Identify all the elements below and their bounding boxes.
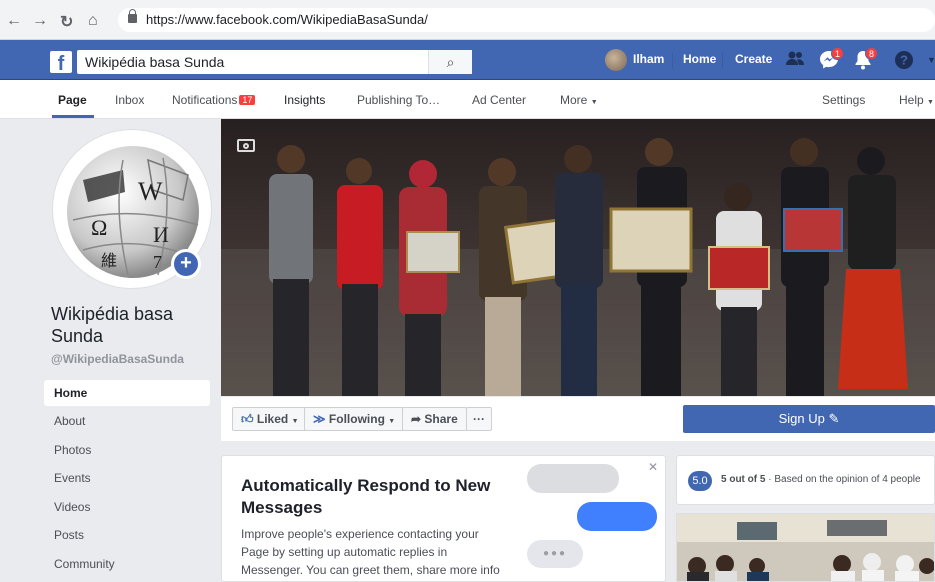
svg-text:?: ?: [900, 53, 908, 68]
cover-photo-image: [221, 119, 935, 396]
photo-preview-card[interactable]: [676, 513, 935, 582]
active-tab-underline: [52, 115, 94, 118]
user-name-link[interactable]: Ilham: [633, 52, 664, 66]
following-button[interactable]: ≫ Following ▼: [304, 407, 405, 431]
rss-feed-icon: ≫: [313, 412, 326, 426]
left-nav-posts[interactable]: Posts: [44, 522, 210, 548]
left-column: W Ω И 維 7 + Wikipédia basa Sunda @Wikipe…: [0, 120, 220, 582]
svg-text:維: 維: [101, 251, 117, 270]
liked-button[interactable]: 👍︎ Liked ▼: [232, 407, 308, 431]
tab-publishing-tools[interactable]: Publishing To…: [357, 93, 440, 107]
left-nav-home[interactable]: Home: [44, 380, 210, 406]
lock-icon: [128, 9, 137, 23]
left-nav-about[interactable]: About: [44, 408, 210, 434]
svg-text:И: И: [153, 222, 169, 247]
caret-down-icon: ▼: [388, 418, 396, 425]
tab-ad-center[interactable]: Ad Center: [472, 93, 526, 107]
thumbs-up-icon: 👍︎: [241, 412, 254, 426]
more-options-button[interactable]: ···: [466, 407, 492, 431]
cover-photo[interactable]: [221, 119, 935, 396]
pencil-icon: ✎: [828, 411, 840, 426]
tab-notifications[interactable]: Notifications 17: [172, 93, 256, 107]
tab-more-label: More: [560, 93, 588, 107]
page-name: Wikipédia basa Sunda: [51, 304, 174, 346]
share-label: Share: [424, 412, 458, 426]
notifications-tab-badge: 17: [239, 95, 256, 105]
page-handle[interactable]: @WikipediaBasaSunda: [51, 352, 184, 366]
help-icon[interactable]: ?: [893, 50, 915, 72]
svg-text:Ω: Ω: [91, 215, 107, 240]
tab-page[interactable]: Page: [58, 93, 87, 107]
facebook-logo-icon[interactable]: f: [50, 51, 72, 73]
following-label: Following: [328, 412, 385, 426]
tab-help-label: Help: [899, 93, 924, 107]
left-nav-community[interactable]: Community: [44, 551, 210, 577]
liked-label: Liked: [256, 412, 289, 426]
chat-bubble-illustration: [527, 464, 619, 493]
tab-more[interactable]: More ▼: [560, 93, 598, 107]
search-value: Wikipédia basa Sunda: [85, 54, 225, 70]
address-bar[interactable]: https://www.facebook.com/WikipediaBasaSu…: [118, 8, 935, 32]
share-arrow-icon: ➦: [411, 412, 422, 426]
user-avatar[interactable]: [605, 49, 627, 71]
tab-settings[interactable]: Settings: [822, 93, 865, 107]
chat-bubble-illustration: [577, 502, 657, 531]
share-button[interactable]: ➦ Share: [402, 407, 467, 431]
rating-bold: 5 out of 5: [721, 474, 766, 485]
divider: [722, 53, 723, 69]
facebook-top-bar: f Wikipédia basa Sunda ⌕ Ilham Home Crea…: [0, 40, 935, 80]
close-icon[interactable]: ✕: [648, 460, 658, 474]
tab-inbox[interactable]: Inbox: [115, 93, 144, 107]
forward-icon[interactable]: →: [32, 12, 48, 30]
tab-help[interactable]: Help ▼: [899, 93, 934, 107]
svg-text:W: W: [138, 177, 163, 206]
browser-toolbar: ← → ↻ ⌂ https://www.facebook.com/Wikiped…: [0, 0, 935, 40]
rating-text[interactable]: 5 out of 5 · Based on the opinion of 4 p…: [721, 474, 921, 485]
page-admin-tabs: Page Inbox Notifications 17 Insights Publ…: [0, 80, 935, 119]
search-input[interactable]: Wikipédia basa Sunda ⌕: [77, 50, 472, 74]
svg-text:7: 7: [153, 252, 162, 272]
page-action-bar: 👍︎ Liked ▼ ≫ Following ▼ ➦ Share ···: [221, 397, 666, 441]
back-icon[interactable]: ←: [6, 12, 22, 30]
left-nav-photos[interactable]: Photos: [44, 437, 210, 463]
sign-up-label: Sign Up: [778, 411, 825, 426]
auto-respond-title: Automatically Respond to New Messages: [241, 476, 491, 517]
friend-requests-icon[interactable]: [784, 50, 806, 72]
home-icon[interactable]: ⌂: [88, 12, 98, 30]
home-link[interactable]: Home: [683, 52, 716, 66]
search-icon[interactable]: ⌕: [428, 50, 472, 74]
notifications-count-badge: 8: [865, 47, 878, 60]
rating-card: 5.0 5 out of 5 · Based on the opinion of…: [676, 455, 935, 505]
tab-insights[interactable]: Insights: [284, 93, 325, 107]
left-nav-events[interactable]: Events: [44, 465, 210, 491]
typing-indicator-illustration: ●●●: [527, 540, 583, 568]
add-photo-plus-icon[interactable]: +: [171, 249, 201, 279]
camera-icon[interactable]: [237, 139, 255, 152]
divider: [672, 53, 673, 69]
auto-respond-body: Improve people's experience contacting y…: [241, 527, 500, 577]
left-nav-videos[interactable]: Videos: [44, 494, 210, 520]
reload-icon[interactable]: ↻: [60, 12, 73, 32]
caret-down-icon: ▼: [927, 99, 934, 106]
rating-score-badge: 5.0: [688, 471, 712, 491]
rating-rest: · Based on the opinion of 4 people: [765, 474, 921, 485]
caret-down-icon: ▼: [291, 418, 299, 425]
account-menu-chevron-icon[interactable]: ▼: [927, 55, 935, 65]
create-link[interactable]: Create: [735, 52, 772, 66]
messages-count-badge: 1: [831, 47, 844, 60]
classroom-photo-image: [677, 514, 934, 581]
tab-notifications-label: Notifications: [172, 93, 238, 107]
sign-up-button[interactable]: Sign Up ✎: [683, 405, 935, 433]
auto-respond-card: ✕ Automatically Respond to New Messages …: [221, 455, 666, 582]
caret-down-icon: ▼: [590, 99, 598, 106]
